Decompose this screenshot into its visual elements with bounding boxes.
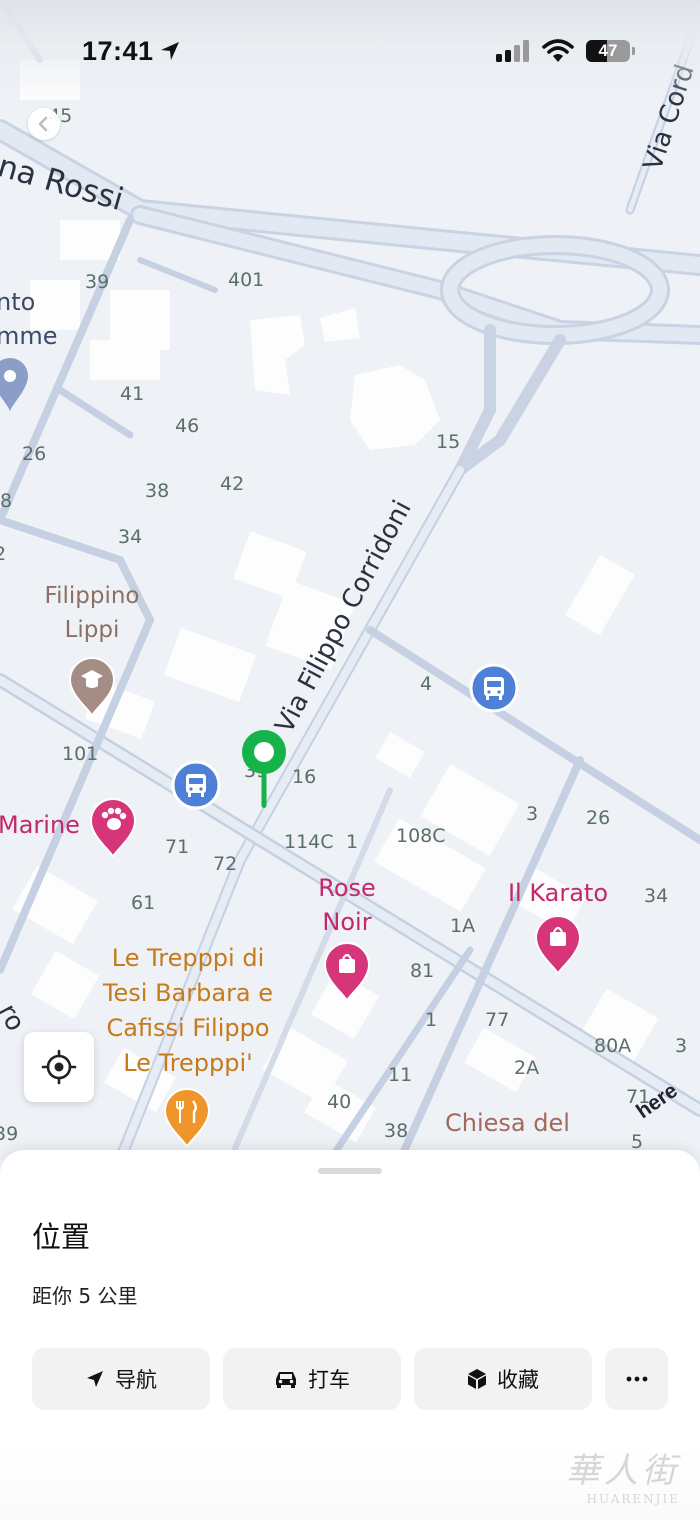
- sheet-grabber[interactable]: [318, 1168, 382, 1174]
- house-number: 40: [327, 1091, 351, 1113]
- house-number: 2A: [514, 1057, 539, 1079]
- house-number: 26: [22, 443, 46, 465]
- battery-level: 47: [598, 41, 618, 60]
- more-icon: [626, 1376, 647, 1382]
- my-location-button[interactable]: [24, 1032, 94, 1102]
- house-number: 3: [526, 803, 538, 825]
- battery-cap: [632, 47, 635, 55]
- navigate-button[interactable]: 导航: [32, 1348, 210, 1410]
- house-number: 8: [0, 490, 12, 512]
- status-bar: 17:41 47: [0, 0, 700, 100]
- house-number: 41: [120, 383, 144, 405]
- house-number: 4: [420, 673, 432, 695]
- house-number: 72: [213, 853, 237, 875]
- signal-icon: [496, 40, 529, 62]
- house-number: 108C: [396, 825, 446, 847]
- navigate-arrow-icon: [87, 1371, 103, 1387]
- poi-label[interactable]: Chiesa del: [445, 1109, 570, 1137]
- house-number: 42: [220, 473, 244, 495]
- map-view[interactable]: na Rossi Via Filippo Corridoni Via Cord …: [0, 0, 700, 1160]
- battery-icon: 47: [586, 40, 630, 62]
- watermark: 華人街 HUARENJIE: [566, 1443, 680, 1506]
- house-number: 1: [346, 831, 358, 853]
- house-number: 71: [165, 836, 189, 858]
- map-canvas[interactable]: na Rossi Via Filippo Corridoni Via Cord …: [0, 0, 700, 1160]
- poi-label[interactable]: Marine: [0, 811, 80, 839]
- chevron-left-icon: [38, 116, 48, 132]
- save-label: 收藏: [497, 1368, 539, 1392]
- taxi-button[interactable]: 打车: [223, 1348, 401, 1410]
- status-time: 17:41: [82, 36, 154, 66]
- location-arrow-icon: [161, 42, 179, 60]
- more-button[interactable]: [605, 1348, 668, 1410]
- save-button[interactable]: 收藏: [414, 1348, 592, 1410]
- distance-text: 距你 5 公里: [32, 1284, 138, 1308]
- house-number: 101: [62, 743, 98, 765]
- house-number: 11: [388, 1064, 412, 1086]
- poi-label[interactable]: Il Karato: [508, 879, 608, 907]
- taxi-label: 打车: [308, 1368, 350, 1392]
- house-number: 39: [85, 271, 109, 293]
- crosshair-icon: [41, 1049, 77, 1085]
- watermark-text: 華人街: [566, 1451, 680, 1491]
- house-number: 3: [675, 1035, 687, 1057]
- house-number: 401: [228, 269, 264, 291]
- place-title: 位置: [32, 1220, 91, 1254]
- house-number: 38: [145, 480, 169, 502]
- cube-icon: [468, 1369, 486, 1389]
- house-number: 38: [384, 1120, 408, 1142]
- bus-stop-icon[interactable]: [171, 760, 221, 810]
- house-number: 80A: [594, 1035, 631, 1057]
- watermark-subtext: HUARENJIE: [586, 1492, 680, 1506]
- house-number: 77: [485, 1009, 509, 1031]
- house-number: 34: [644, 885, 668, 907]
- house-number: 16: [292, 766, 316, 788]
- house-number: 46: [175, 415, 199, 437]
- house-number: 1: [425, 1009, 437, 1031]
- wifi-icon: [542, 39, 574, 62]
- house-number: 114C: [284, 831, 334, 853]
- house-number: 26: [586, 807, 610, 829]
- house-number: 61: [131, 892, 155, 914]
- house-number: 34: [118, 526, 142, 548]
- car-icon: [276, 1372, 296, 1388]
- house-number: 15: [436, 431, 460, 453]
- house-number: 39: [0, 1123, 18, 1145]
- house-number: 1A: [450, 915, 475, 937]
- navigate-label: 导航: [115, 1368, 157, 1392]
- house-number: 2: [0, 543, 6, 565]
- house-number: 81: [410, 960, 434, 982]
- back-button[interactable]: [28, 108, 60, 140]
- bus-stop-icon[interactable]: [469, 663, 519, 713]
